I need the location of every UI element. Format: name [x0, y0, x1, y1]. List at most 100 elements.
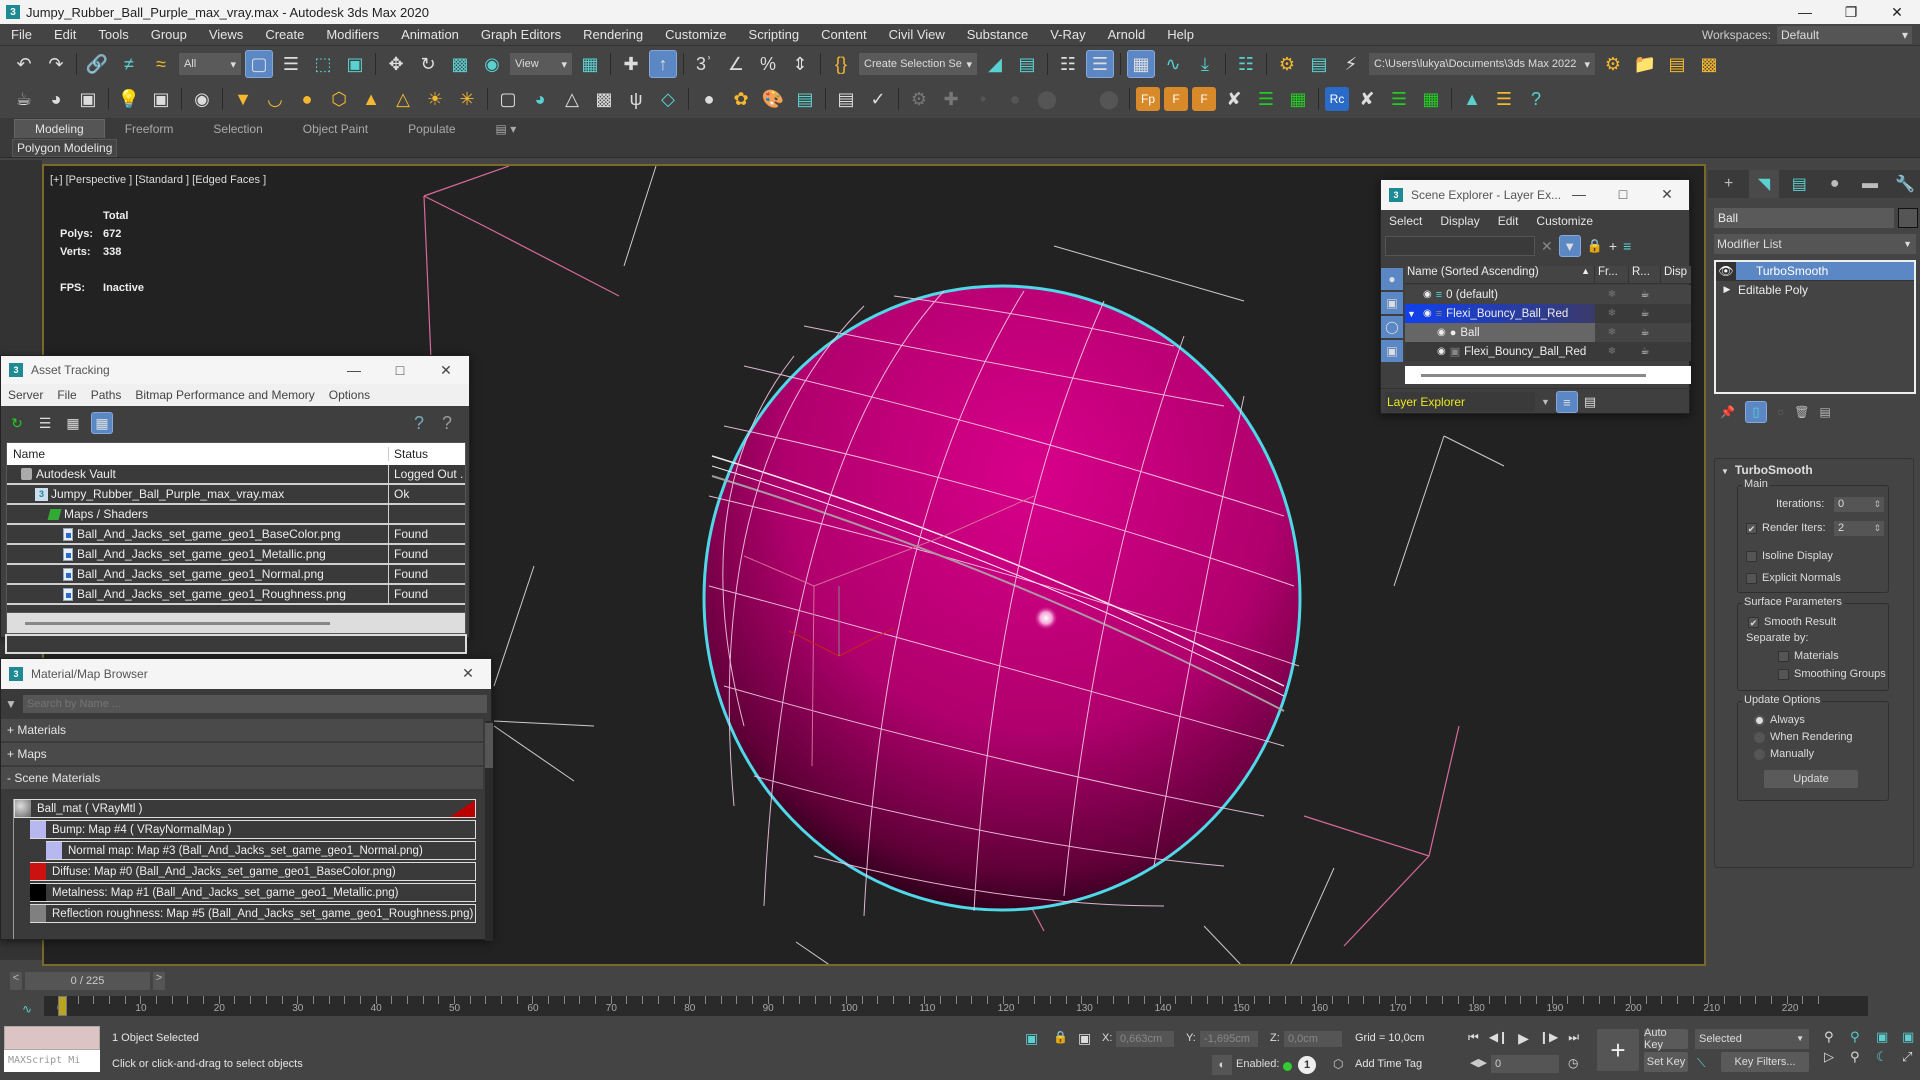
- asset-row[interactable]: Ball_And_Jacks_set_game_geo1_Metallic.pn…: [7, 545, 465, 565]
- isoline-display-checkbox[interactable]: Isoline Display: [1746, 550, 1833, 562]
- cameras-filter-icon[interactable]: ▣: [1381, 340, 1403, 362]
- selection-lock-icon[interactable]: 🔒: [1053, 1030, 1068, 1044]
- polygon-modeling-panel[interactable]: Polygon Modeling: [12, 139, 118, 157]
- next-frame-button[interactable]: >: [153, 972, 165, 990]
- previous-key-icon[interactable]: ◀❙: [1489, 1030, 1508, 1047]
- menu-views[interactable]: Views: [198, 27, 254, 42]
- display-tab-icon[interactable]: ▬: [1855, 170, 1884, 198]
- play-icon[interactable]: ▶: [1518, 1030, 1529, 1047]
- column-header-renderable[interactable]: R...: [1629, 266, 1661, 283]
- time-slider[interactable]: < 0 / 225 >: [10, 972, 165, 990]
- sun-icon[interactable]: ☀: [421, 85, 449, 113]
- explorer-row[interactable]: ◉ ≡ 0 (default) ❄ ☕: [1405, 285, 1691, 304]
- orbit-icon[interactable]: ☾: [1876, 1049, 1898, 1065]
- render-iters-checkbox[interactable]: ✔ Render Iters:: [1746, 522, 1826, 534]
- refresh-icon[interactable]: ↻: [7, 413, 27, 433]
- project-settings-icon[interactable]: ⚙: [1599, 50, 1627, 78]
- checkbox-icon[interactable]: [1746, 572, 1757, 584]
- vray-camera-icon[interactable]: ▣: [147, 85, 175, 113]
- vray-frame-buffer-icon[interactable]: ▤: [832, 85, 860, 113]
- ribbon-tab-modeling[interactable]: Modeling: [14, 119, 105, 138]
- auto-key-button[interactable]: Auto Key: [1644, 1027, 1688, 1051]
- rc-icon[interactable]: Rc: [1325, 87, 1349, 111]
- modifier-list-dropdown[interactable]: Modifier List ▼: [1714, 234, 1916, 254]
- rectangular-selection-icon[interactable]: ⬚: [309, 50, 337, 78]
- vray-proxy-icon[interactable]: ▣: [74, 85, 102, 113]
- set-keys-icon[interactable]: +: [1597, 1029, 1639, 1071]
- modify-tab-icon[interactable]: ◥: [1749, 170, 1779, 198]
- scrollbar-thumb[interactable]: [1421, 374, 1646, 377]
- materials-checkbox[interactable]: Materials: [1778, 650, 1839, 662]
- vray-volume-icon[interactable]: ◇: [654, 85, 682, 113]
- vray-light-icon[interactable]: 💡: [115, 85, 143, 113]
- ribbon-options-icon[interactable]: ▤ ▾: [476, 120, 537, 138]
- edit-named-selection-icon[interactable]: {}: [827, 50, 855, 78]
- ribbon-tab-selection[interactable]: Selection: [193, 120, 282, 138]
- isolate-selection-icon[interactable]: ▣: [1025, 1030, 1038, 1047]
- render-iters-spinner[interactable]: 2: [1834, 521, 1884, 536]
- frame-counter[interactable]: 0 / 225: [25, 972, 150, 990]
- ies-light-icon[interactable]: ▲: [357, 85, 385, 113]
- table-view-icon[interactable]: ▦: [91, 412, 113, 434]
- select-object-icon[interactable]: ▢: [245, 50, 273, 78]
- curve-editor-toggle-icon[interactable]: ∿: [22, 1002, 32, 1016]
- material-tree-item[interactable]: Reflection roughness: Map #5 (Ball_And_J…: [30, 904, 476, 923]
- radio-icon[interactable]: [1754, 731, 1765, 743]
- physical-camera-icon[interactable]: ◉: [188, 85, 216, 113]
- asset-row[interactable]: Autodesk Vault Logged Out .: [7, 465, 465, 485]
- vertical-scrollbar[interactable]: [485, 721, 493, 941]
- asset-row[interactable]: Maps / Shaders: [7, 505, 465, 525]
- smoothing-groups-checkbox[interactable]: Smoothing Groups: [1778, 668, 1886, 680]
- add-time-tag-button[interactable]: Add Time Tag: [1355, 1058, 1422, 1070]
- renderable-teapot-icon[interactable]: ☕: [1629, 346, 1661, 357]
- mirror-icon[interactable]: ◢: [981, 50, 1009, 78]
- menu-icon[interactable]: ☰: [1490, 85, 1518, 113]
- next-key-icon[interactable]: ❙▶: [1539, 1030, 1558, 1047]
- set-key-button[interactable]: Set Key: [1644, 1052, 1688, 1072]
- time-configuration-icon[interactable]: ◷: [1568, 1056, 1578, 1070]
- align-icon[interactable]: ▤: [1013, 50, 1041, 78]
- explicit-normals-checkbox[interactable]: Explicit Normals: [1746, 572, 1841, 584]
- freeze-icon[interactable]: ❄: [1595, 308, 1629, 319]
- keyboard-shortcut-override-icon[interactable]: ↑: [649, 50, 677, 78]
- asset-row[interactable]: Ball_And_Jacks_set_game_geo1_Roughness.p…: [7, 585, 465, 605]
- percent-snap-icon[interactable]: %: [754, 50, 782, 78]
- help-icon[interactable]: ?: [1522, 85, 1550, 113]
- material-sphere-icon[interactable]: ●: [695, 85, 723, 113]
- menu-animation[interactable]: Animation: [390, 27, 470, 42]
- column-header-display[interactable]: Disp: [1661, 266, 1691, 283]
- zoom-icon[interactable]: ⚲: [1824, 1029, 1846, 1045]
- horizontal-scrollbar[interactable]: [1405, 366, 1691, 384]
- maximize-button[interactable]: □: [1601, 180, 1645, 208]
- timeline-ruler[interactable]: 0102030405060708090100110120130140150160…: [44, 996, 1868, 1016]
- explorer-menu-edit[interactable]: Edit: [1498, 214, 1519, 228]
- fp-icon[interactable]: Fp: [1136, 87, 1160, 111]
- freeze-icon[interactable]: ❄: [1595, 346, 1629, 357]
- toggle-ribbon-icon[interactable]: ▦: [1127, 50, 1155, 78]
- checkbox-checked-icon[interactable]: ✔: [1748, 616, 1759, 628]
- asset-row[interactable]: Ball_And_Jacks_set_game_geo1_Normal.png F…: [7, 565, 465, 585]
- zoom-extents-all-icon[interactable]: ▣: [1902, 1029, 1920, 1045]
- key-filters-button[interactable]: Key Filters...: [1721, 1052, 1809, 1072]
- list-icon[interactable]: ☰: [1252, 85, 1280, 113]
- clear-search-icon[interactable]: ✕: [1541, 238, 1553, 255]
- minimize-button[interactable]: —: [1557, 180, 1601, 208]
- menu-edit[interactable]: Edit: [43, 27, 87, 42]
- eye-icon[interactable]: 👁: [1716, 262, 1736, 280]
- fset-icon[interactable]: F: [1192, 87, 1216, 111]
- time-tag-icon[interactable]: ⬡: [1333, 1057, 1343, 1071]
- tools-icon[interactable]: ✘: [1353, 85, 1381, 113]
- eye-icon[interactable]: ◉: [1437, 346, 1446, 357]
- section-maps[interactable]: + Maps: [1, 743, 483, 767]
- column-header-name[interactable]: Name (Sorted Ascending) ▲: [1405, 266, 1595, 283]
- column-header-frozen[interactable]: Fr...: [1595, 266, 1629, 283]
- radio-selected-icon[interactable]: [1754, 714, 1765, 726]
- show-end-result-icon[interactable]: ▯: [1744, 401, 1767, 423]
- plane-light-icon[interactable]: ▼: [229, 85, 257, 113]
- minimize-button[interactable]: —: [1782, 0, 1828, 24]
- explorer-mode-dropdown[interactable]: Layer Explorer: [1385, 392, 1535, 412]
- new-layer-icon[interactable]: +: [1609, 238, 1617, 254]
- explorer-menu-display[interactable]: Display: [1440, 214, 1479, 228]
- vray-displacement-icon[interactable]: ◕: [526, 85, 554, 113]
- thumbnail-view-icon[interactable]: ▦: [63, 413, 83, 433]
